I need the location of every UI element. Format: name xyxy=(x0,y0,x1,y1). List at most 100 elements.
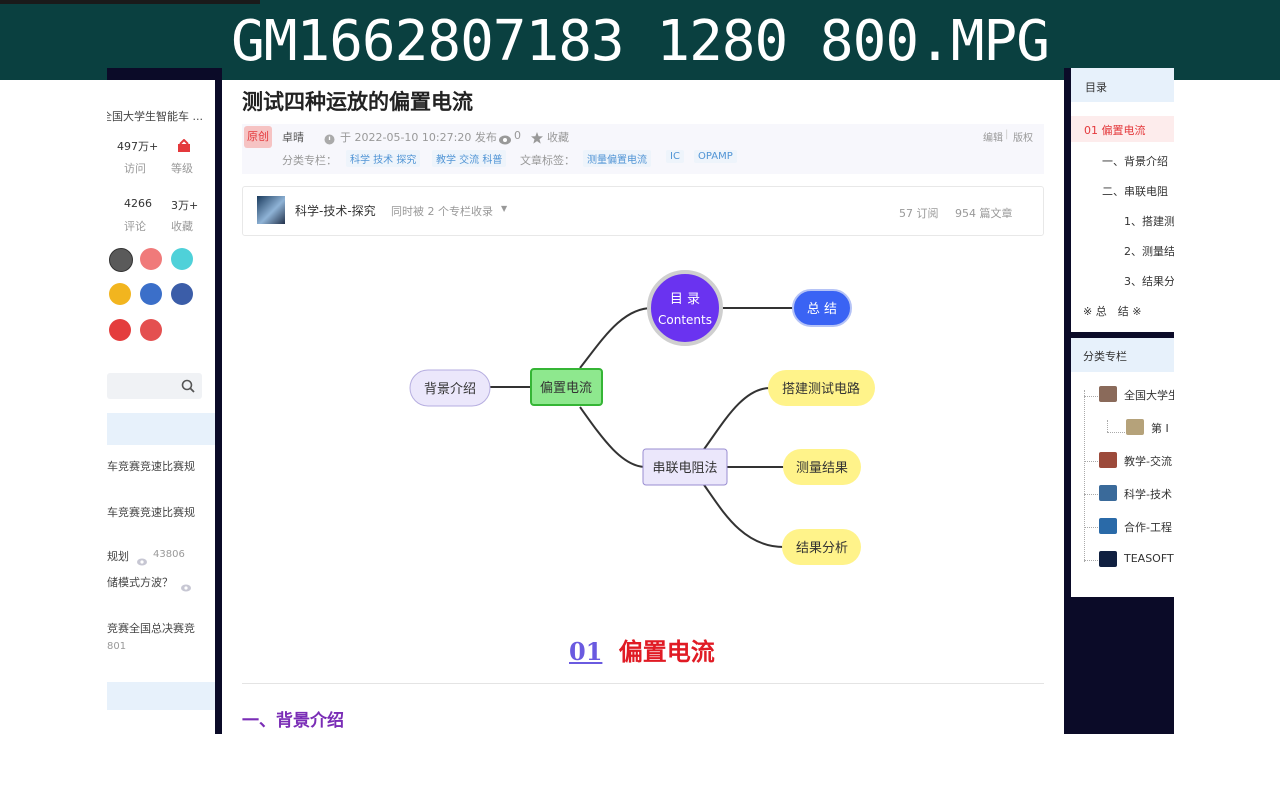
toc-item[interactable]: 2、测量结 xyxy=(1124,243,1174,259)
column-article-count: 954 篇文章 xyxy=(955,207,1013,220)
left-gutter xyxy=(215,68,222,734)
badge-icon[interactable] xyxy=(140,248,162,270)
badge-icon[interactable] xyxy=(140,283,162,305)
mindmap-branch2-label: 测量结果 xyxy=(796,461,848,476)
stat-comments-label: 评论 xyxy=(124,220,146,233)
toc-item[interactable]: 二、串联电阻 xyxy=(1102,183,1168,199)
column-link[interactable]: TEASOFT xyxy=(1124,552,1174,565)
column-link[interactable]: 合作-工程 xyxy=(1124,519,1172,535)
column-link[interactable]: 科学-技术 xyxy=(1124,486,1172,502)
tree-line xyxy=(1107,432,1125,434)
column-subscriptions: 57 订阅 xyxy=(899,207,939,220)
mindmap-node-left: 背景介绍 xyxy=(409,369,491,407)
section-heading: 01 偏置电流 xyxy=(569,632,715,667)
hot-article-link[interactable]: 车竞赛竞速比赛规 xyxy=(107,504,195,520)
left-top-bar xyxy=(107,68,215,80)
column-thumbnail xyxy=(1099,485,1117,501)
tree-line xyxy=(1084,527,1098,529)
badge-icon[interactable] xyxy=(140,319,162,341)
toc-header-label: 目录 xyxy=(1085,81,1107,94)
tree-line xyxy=(1084,560,1098,562)
toc-item-active[interactable]: 01 偏置电流 xyxy=(1084,122,1146,138)
tree-line xyxy=(1107,420,1109,432)
article-title: 测试四种运放的偏置电流 xyxy=(242,90,473,114)
column-thumbnail xyxy=(1099,386,1117,402)
category-tag[interactable]: 科学 技术 探究 xyxy=(346,150,421,167)
hot-article-link[interactable]: 储模式方波？ xyxy=(107,574,173,590)
toc-item[interactable]: 一、背景介绍 xyxy=(1102,153,1168,169)
stat-comments-value: 4266 xyxy=(124,197,152,210)
tree-line xyxy=(1084,494,1098,496)
article-tag[interactable]: OPAMP xyxy=(694,150,737,163)
article-main: 测试四种运放的偏置电流 原创 卓晴 于 2022-05-10 10:27:20 … xyxy=(222,80,1064,734)
category-label: 分类专栏： xyxy=(282,154,337,167)
hot-article-link[interactable]: 规划 xyxy=(107,548,129,564)
edit-link[interactable]: 编辑 xyxy=(983,129,1003,144)
toc-panel: 目录 01 偏置电流 一、背景介绍 二、串联电阻 1、搭建测 2、测量结 3、结… xyxy=(1071,68,1174,332)
mindmap-toc-line1: 目 录 xyxy=(670,292,700,307)
tags-label: 文章标签： xyxy=(520,154,575,167)
hot-article-views: 801 xyxy=(107,641,127,652)
toc-item[interactable]: 3、结果分 xyxy=(1124,273,1174,289)
mindmap-node-summary: 总 结 xyxy=(792,289,852,327)
article-tag[interactable]: IC xyxy=(666,150,684,163)
mindmap-node-left-label: 背景介绍 xyxy=(424,382,476,397)
stat-level-label: 等级 xyxy=(171,162,193,175)
mindmap-node-center: 偏置电流 xyxy=(530,368,603,406)
badge-icon[interactable] xyxy=(109,283,131,305)
subsection-heading: 一、背景介绍 xyxy=(242,711,344,731)
stat-visits-value: 497万+ xyxy=(117,140,159,153)
favorite-label[interactable]: 收藏 xyxy=(547,129,569,145)
hot-articles-header xyxy=(107,413,215,445)
column-thumbnail xyxy=(257,196,285,224)
mindmap-branch1-label: 搭建测试电路 xyxy=(782,381,860,397)
columns-header-label: 分类专栏 xyxy=(1083,350,1127,363)
mindmap-diagram: 背景介绍 偏置电流 目 录 Contents 总 结 串联电阻法 搭建测试电路 … xyxy=(409,270,875,565)
star-icon[interactable] xyxy=(531,129,543,144)
profile-text[interactable]: 全国大学生智能车 ... xyxy=(107,108,203,124)
meta-separator: | xyxy=(1005,129,1009,140)
mindmap-node-branch3: 结果分析 xyxy=(782,529,861,565)
badge-icon[interactable] xyxy=(171,283,193,305)
columns-panel: 分类专栏 全国大学生 第 I 教学-交流 科学-技术 合作-工程 TEASOFT xyxy=(1071,338,1174,597)
article-tag[interactable]: 测量偏置电流 xyxy=(583,150,651,167)
column-link[interactable]: 全国大学生 xyxy=(1124,387,1174,403)
column-thumbnail xyxy=(1099,452,1117,468)
tree-line xyxy=(1084,396,1098,398)
hot-article-link[interactable]: 竞赛全国总决赛竞 xyxy=(107,620,195,636)
hot-article-views: 43806 xyxy=(153,549,185,560)
toc-item[interactable]: 1、搭建测 xyxy=(1124,213,1174,229)
section-number: 01 xyxy=(569,637,603,666)
tree-line xyxy=(1084,461,1098,463)
author-card: 全国大学生智能车 ... 497万+ 访问 等级 4266 评论 3万+ 收藏 xyxy=(107,80,215,360)
column-thumbnail xyxy=(1099,551,1117,567)
mindmap-toc-line2: Contents xyxy=(658,313,712,327)
column-card[interactable]: 科学-技术-探究 同时被 2 个专栏收录 ▼ 57 订阅 954 篇文章 xyxy=(242,186,1044,236)
badge-icon[interactable] xyxy=(109,248,133,272)
eye-icon xyxy=(181,577,191,592)
mindmap-node-branch1: 搭建测试电路 xyxy=(768,370,875,406)
badge-icon[interactable] xyxy=(109,319,131,341)
category-tag[interactable]: 教学 交流 科普 xyxy=(432,150,507,167)
caret-down-icon[interactable]: ▼ xyxy=(501,204,507,213)
clock-icon xyxy=(324,130,335,145)
section-title: 偏置电流 xyxy=(618,637,715,666)
author-name[interactable]: 卓晴 xyxy=(282,129,304,145)
column-thumbnail xyxy=(1126,419,1144,435)
badge-icon[interactable] xyxy=(171,248,193,270)
toc-item[interactable]: ※ 总 结 ※ xyxy=(1083,303,1141,319)
search-icon[interactable] xyxy=(181,378,195,393)
column-link[interactable]: 第 I xyxy=(1151,420,1169,436)
copyright-link[interactable]: 版权 xyxy=(1013,129,1033,144)
column-link[interactable]: 教学-交流 xyxy=(1124,453,1172,469)
mindmap-node-center-label: 偏置电流 xyxy=(540,381,592,396)
mindmap-middle-label: 串联电阻法 xyxy=(652,461,717,476)
publish-time: 于 2022-05-10 10:27:20 发布 xyxy=(340,131,497,144)
hot-article-link[interactable]: 车竞赛竞速比赛规 xyxy=(107,458,195,474)
column-subscribed-by[interactable]: 同时被 2 个专栏收录 xyxy=(391,203,493,219)
section-divider xyxy=(242,683,1044,684)
column-name[interactable]: 科学-技术-探究 xyxy=(295,202,376,219)
mindmap-node-branch2: 测量结果 xyxy=(783,449,861,485)
view-count: 0 xyxy=(514,129,521,142)
left-bottom-header xyxy=(107,682,215,710)
